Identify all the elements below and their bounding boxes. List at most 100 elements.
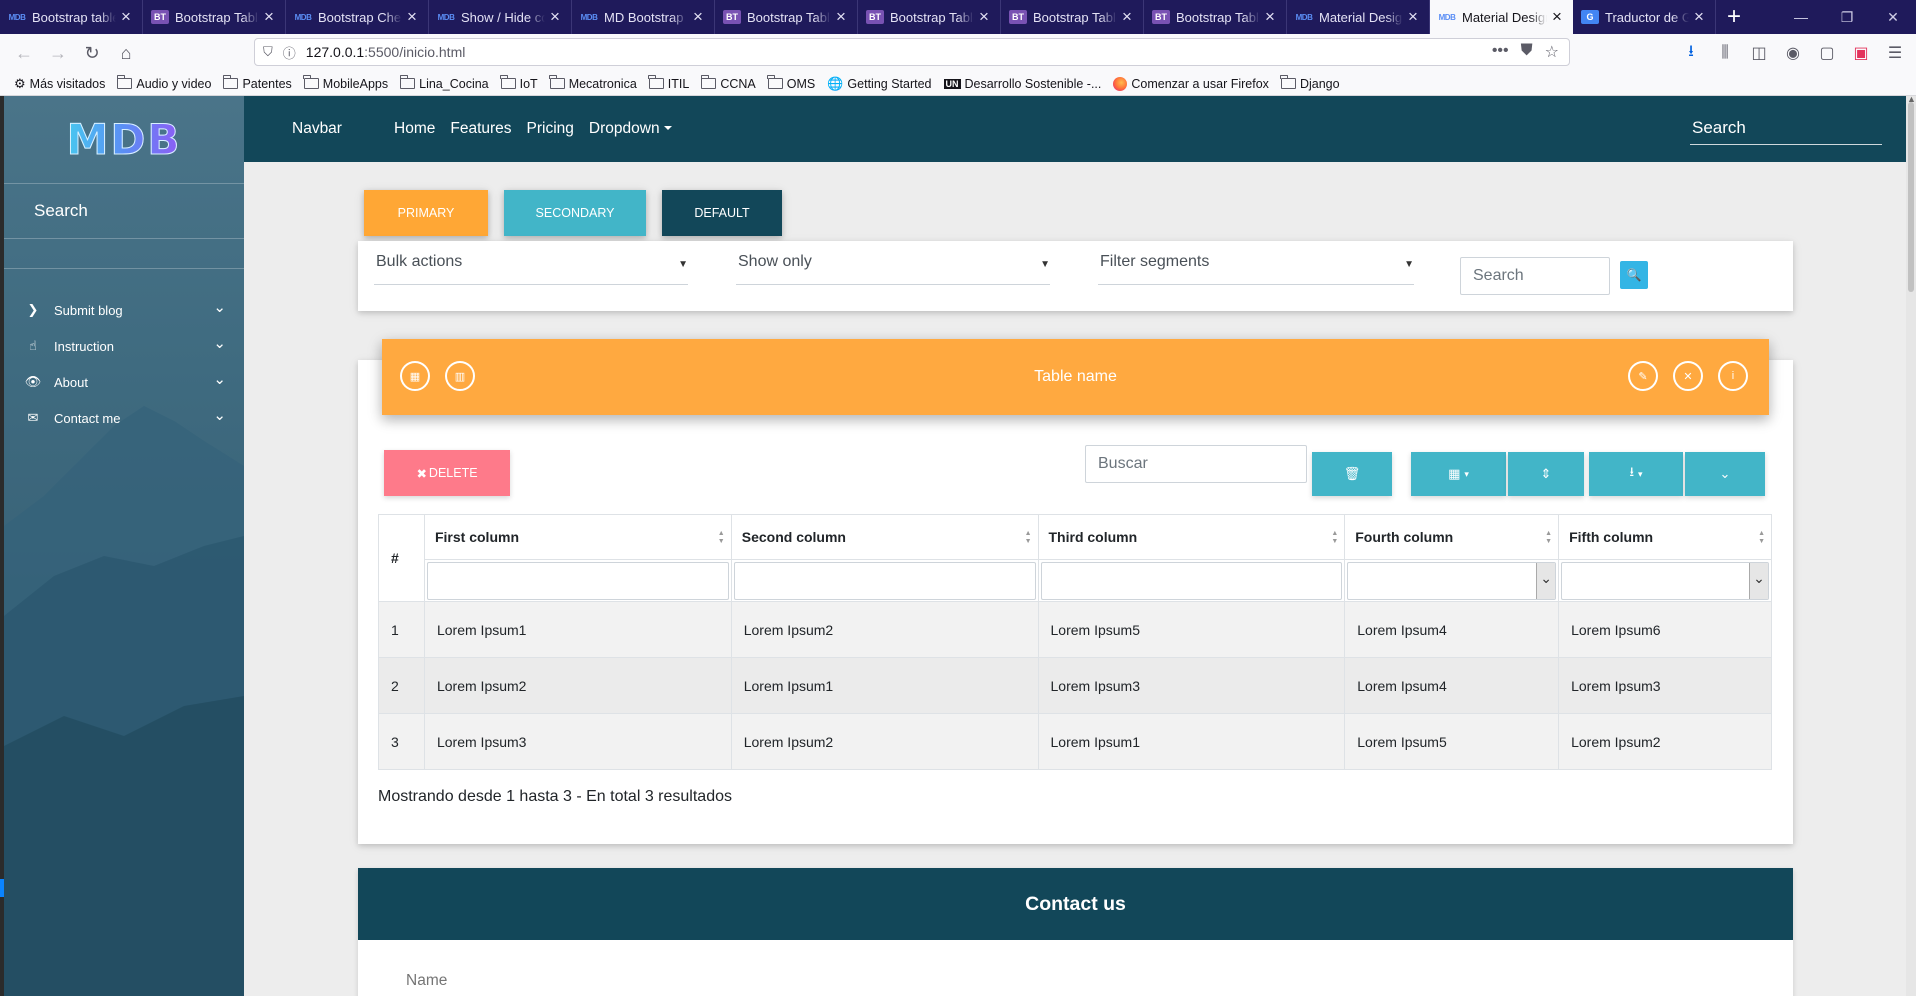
sort-button[interactable]: ⇕: [1508, 452, 1584, 496]
bookmark-item[interactable]: Patentes: [222, 75, 292, 91]
toggle-view-button[interactable]: ▦ ▾: [1411, 452, 1506, 496]
bookmark-item[interactable]: MobileApps: [303, 75, 388, 91]
minimize-button[interactable]: —: [1778, 0, 1824, 34]
filter-segments-select[interactable]: Filter segments: [1098, 253, 1414, 285]
url-bar[interactable]: ⛉ ⓘ 127.0.0.1:5500/inicio.html ••• ⛊ ☆: [254, 38, 1570, 66]
navbar-brand[interactable]: Navbar: [292, 120, 342, 138]
buscar-input[interactable]: Buscar: [1085, 445, 1307, 483]
sidebar-toggle-icon[interactable]: ◫: [1744, 38, 1774, 68]
forward-button[interactable]: →: [42, 37, 74, 69]
browser-tab[interactable]: MDB Bootstrap Checkbox×: [286, 0, 429, 34]
column-header[interactable]: Fifth column ▲ ▼: [1558, 514, 1772, 560]
bookmark-item[interactable]: UN Desarrollo Sostenible -...: [943, 77, 1101, 91]
info-button[interactable]: i: [1718, 361, 1748, 391]
page-scrollbar[interactable]: ▲: [1906, 96, 1916, 996]
tab-close-icon[interactable]: ×: [690, 7, 706, 27]
primary-button[interactable]: Primary: [364, 190, 488, 236]
home-button[interactable]: ⌂: [110, 37, 142, 69]
name-field[interactable]: Name: [406, 972, 1744, 990]
scrollbar-thumb[interactable]: [1908, 102, 1914, 292]
bulk-actions-select[interactable]: Bulk actions: [374, 253, 688, 285]
trash-button[interactable]: 🗑: [1312, 452, 1392, 496]
column-header[interactable]: First column ▲ ▼: [423, 514, 732, 560]
browser-tab[interactable]: MDB Material Design ×: [1287, 0, 1430, 34]
reload-button[interactable]: ↻: [76, 37, 108, 69]
tab-close-icon[interactable]: ×: [547, 7, 563, 27]
filter-search-input[interactable]: Search: [1460, 257, 1610, 295]
pocket-save-icon[interactable]: ▣: [1846, 38, 1876, 68]
bookmark-item[interactable]: Mecatronica: [549, 75, 637, 91]
tab-close-icon[interactable]: ×: [976, 7, 992, 27]
back-button[interactable]: ←: [8, 37, 40, 69]
tab-close-icon[interactable]: ×: [833, 7, 849, 27]
extension-icon[interactable]: ▢: [1812, 38, 1842, 68]
bookmark-item[interactable]: Django: [1280, 75, 1340, 91]
column-filter-select[interactable]: [1347, 561, 1557, 600]
close-window-button[interactable]: ✕: [1870, 0, 1916, 34]
bookmark-star-icon[interactable]: ☆: [1545, 42, 1559, 62]
column-filter-input[interactable]: [733, 561, 1036, 600]
sidebar-item-instruction[interactable]: ☝ Instruction ⌄: [4, 328, 244, 364]
bookmark-item[interactable]: IoT: [500, 75, 538, 91]
sidebar-item-submit-blog[interactable]: ❯ Submit blog ⌄: [4, 292, 244, 328]
browser-tab[interactable]: G Traductor de Google×: [1573, 0, 1716, 34]
browser-tab[interactable]: MDB Show / Hide columns×: [429, 0, 572, 34]
mdb-logo[interactable]: MDB: [4, 96, 244, 184]
new-tab-button[interactable]: +: [1716, 0, 1752, 34]
bookmark-item[interactable]: Audio y video: [116, 75, 211, 91]
column-header[interactable]: Fourth column ▲ ▼: [1344, 514, 1560, 560]
export-button[interactable]: ⭳ ▾: [1589, 452, 1683, 496]
sidebar-search[interactable]: Search: [4, 184, 244, 239]
restore-button[interactable]: ❐: [1824, 0, 1870, 34]
search-button[interactable]: 🔍: [1620, 261, 1648, 289]
browser-tab[interactable]: MDB MD Bootstrap ×: [572, 0, 715, 34]
show-only-select[interactable]: Show only: [736, 253, 1050, 285]
nav-link-pricing[interactable]: Pricing: [527, 120, 574, 138]
secondary-button[interactable]: Secondary: [504, 190, 646, 236]
column-header[interactable]: Third column ▲ ▼: [1037, 514, 1346, 560]
table-row[interactable]: 1 Lorem Ipsum1 Lorem Ipsum2 Lorem Ipsum5 Lor…: [378, 601, 1772, 658]
tab-close-icon[interactable]: ×: [1119, 7, 1135, 27]
browser-tab[interactable]: MDB Material Design ×: [1430, 0, 1573, 34]
browser-tab[interactable]: BT Bootstrap Table ×: [1144, 0, 1287, 34]
column-filter-input[interactable]: [426, 561, 729, 600]
menu-icon[interactable]: ☰: [1880, 38, 1910, 68]
bookmark-item[interactable]: 🌐 Getting Started: [827, 76, 931, 92]
page-actions-icon[interactable]: •••: [1492, 42, 1509, 62]
bookmark-item[interactable]: Comenzar a usar Firefox: [1113, 76, 1269, 91]
browser-tab[interactable]: BT Bootstrap Table ×: [143, 0, 286, 34]
bookmark-item[interactable]: CCNA: [700, 75, 756, 91]
pocket-icon[interactable]: ⛊: [1521, 42, 1533, 62]
tab-close-icon[interactable]: ×: [261, 7, 277, 27]
library-icon[interactable]: ⫼: [1710, 38, 1740, 68]
bookmark-item[interactable]: ⚙ Más visitados: [14, 76, 105, 92]
expand-button[interactable]: ⌄: [1685, 452, 1765, 496]
tab-close-icon[interactable]: ×: [118, 7, 134, 27]
delete-button[interactable]: ✖ DELETE: [384, 450, 510, 496]
column-filter-input[interactable]: [1040, 561, 1343, 600]
tab-close-icon[interactable]: ×: [1405, 7, 1421, 27]
bookmark-item[interactable]: OMS: [767, 75, 815, 91]
tab-close-icon[interactable]: ×: [1691, 7, 1707, 27]
table-row[interactable]: 3 Lorem Ipsum3 Lorem Ipsum2 Lorem Ipsum1 Lor…: [378, 713, 1772, 770]
account-icon[interactable]: ◉: [1778, 38, 1808, 68]
browser-tab[interactable]: BT Bootstrap Table ×: [715, 0, 858, 34]
browser-tab[interactable]: BT Bootstrap Table ×: [1001, 0, 1144, 34]
close-button[interactable]: ✕: [1673, 361, 1703, 391]
sidebar-item-contact-me[interactable]: ✉ Contact me ⌄: [4, 400, 244, 436]
column-filter-select[interactable]: [1561, 561, 1769, 600]
column-header[interactable]: Second column ▲ ▼: [730, 514, 1039, 560]
tab-close-icon[interactable]: ×: [404, 7, 420, 27]
table-row[interactable]: 2 Lorem Ipsum2 Lorem Ipsum1 Lorem Ipsum3 Lor…: [378, 657, 1772, 714]
bookmark-item[interactable]: ITIL: [648, 75, 689, 91]
navbar-search-input[interactable]: Search: [1690, 118, 1882, 145]
sidebar-item-about[interactable]: 👁 About ⌄: [4, 364, 244, 400]
nav-link-dropdown[interactable]: Dropdown: [589, 120, 672, 138]
tab-close-icon[interactable]: ×: [1549, 7, 1565, 27]
nav-link-home[interactable]: Home: [394, 120, 435, 138]
tab-close-icon[interactable]: ×: [1262, 7, 1278, 27]
default-button[interactable]: Default: [662, 190, 782, 236]
browser-tab[interactable]: BT Bootstrap Table ×: [858, 0, 1001, 34]
download-icon[interactable]: ⭳: [1676, 38, 1706, 68]
browser-tab[interactable]: MDB Bootstrap table ×: [0, 0, 143, 34]
